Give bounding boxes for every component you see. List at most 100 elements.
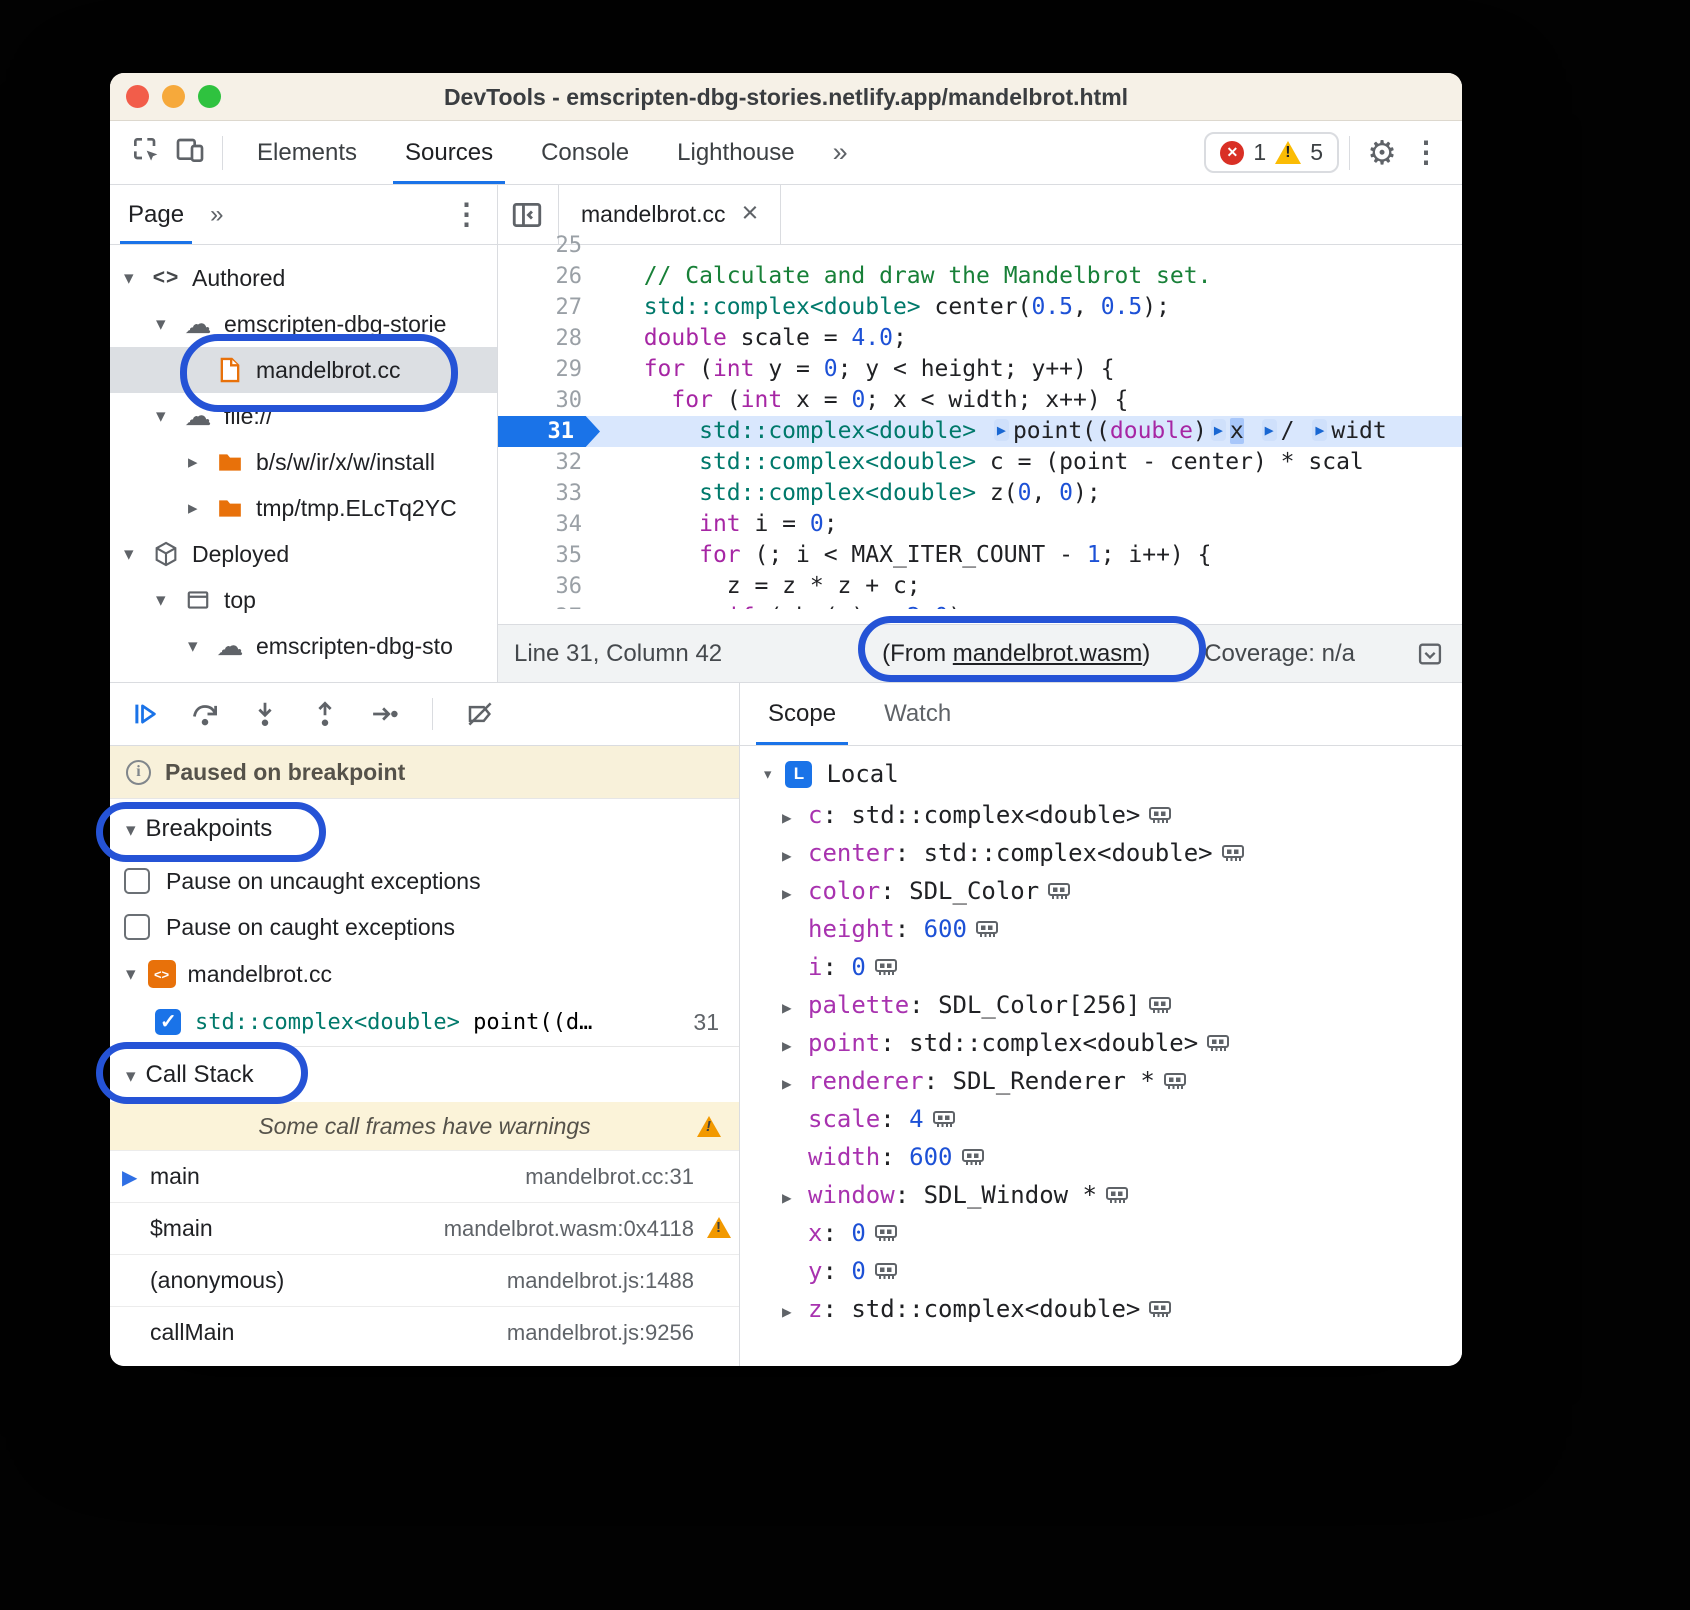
tree-item-mandelbrot-cc[interactable]: mandelbrot.cc [110,347,497,393]
scope-variable-row[interactable]: x 0 [740,1214,1462,1252]
step-button[interactable] [370,699,400,729]
expand-arrow-icon[interactable] [782,877,808,905]
close-tab-icon[interactable] [741,201,758,228]
scope-variable-row[interactable]: z std::complex<double> [740,1290,1462,1328]
chevron-right-icon[interactable] [188,497,214,520]
chevron-down-icon[interactable] [124,267,150,290]
panel-tab[interactable]: Elements [233,121,381,184]
call-stack-section-header[interactable]: Call Stack [110,1046,739,1102]
sidebar-tab[interactable]: Scope [744,683,860,745]
breakpoints-section-header[interactable]: Breakpoints [110,798,739,858]
chevron-down-icon[interactable] [156,313,182,336]
expand-arrow-icon[interactable] [782,991,808,1019]
step-over-button[interactable] [190,699,220,729]
memory-inspector-icon[interactable] [1148,995,1172,1015]
toggle-navigator-icon[interactable] [510,198,544,232]
panel-tab[interactable]: Lighthouse [653,121,818,184]
call-stack-frame[interactable]: callMain mandelbrot.js:9256 [110,1306,739,1358]
resume-button[interactable] [130,699,160,729]
memory-inspector-icon[interactable] [932,1109,956,1129]
line-number[interactable]: 36 [498,571,600,602]
code-area[interactable]: 2526 // Calculate and draw the Mandelbro… [498,230,1462,609]
minimize-window-button[interactable] [162,85,185,108]
expand-arrow-icon[interactable] [782,839,808,867]
tree-item-deployed[interactable]: Deployed [110,531,497,577]
scope-variable-row[interactable]: scale 4 [740,1100,1462,1138]
tree-item-tmp-folder[interactable]: tmp/tmp.ELcTq2YC [110,485,497,531]
scope-variable-row[interactable]: palette SDL_Color[256] [740,986,1462,1024]
chevron-down-icon[interactable] [126,963,136,986]
memory-inspector-icon[interactable] [1148,1299,1172,1319]
step-out-button[interactable] [310,699,340,729]
line-number[interactable]: 35 [498,540,600,571]
line-number[interactable]: 25 [498,230,600,261]
line-number[interactable]: 28 [498,323,600,354]
device-toolbar-button[interactable] [168,131,212,175]
chevron-down-icon[interactable] [762,763,773,785]
memory-inspector-icon[interactable] [1105,1185,1129,1205]
line-number[interactable]: 26 [498,261,600,292]
uncaught-exceptions-checkbox[interactable] [124,868,150,894]
expand-arrow-icon[interactable] [782,1029,808,1057]
call-stack-frame[interactable]: main mandelbrot.cc:31 [110,1150,739,1202]
frame-location[interactable]: mandelbrot.wasm:0x4118 [424,1216,694,1242]
scope-variable-row[interactable]: y 0 [740,1252,1462,1290]
inspect-element-button[interactable] [124,131,168,175]
line-number[interactable]: 34 [498,509,600,540]
frame-location[interactable]: mandelbrot.js:1488 [487,1268,694,1294]
memory-inspector-icon[interactable] [874,957,898,977]
line-number[interactable]: 29 [498,354,600,385]
chevron-down-icon[interactable] [156,405,182,428]
expand-arrow-icon[interactable] [782,801,808,829]
memory-inspector-icon[interactable] [975,919,999,939]
close-window-button[interactable] [126,85,149,108]
more-panels-button[interactable]: » [819,137,862,168]
line-number[interactable]: 27 [498,292,600,323]
memory-inspector-icon[interactable] [1206,1033,1230,1053]
pause-uncaught-exceptions-row[interactable]: Pause on uncaught exceptions [110,858,739,904]
scope-variable-row[interactable]: color SDL_Color [740,872,1462,910]
sidebar-tab[interactable]: Watch [860,683,975,745]
scope-variable-row[interactable]: window SDL_Window * [740,1176,1462,1214]
tree-item-top-frame[interactable]: top [110,577,497,623]
expand-arrow-icon[interactable] [782,1067,808,1095]
chevron-down-icon[interactable] [156,589,182,612]
line-number[interactable]: 30 [498,385,600,416]
chevron-right-icon[interactable] [188,451,214,474]
tree-item-emscripten-site[interactable]: emscripten-dbg-storie [110,301,497,347]
memory-inspector-icon[interactable] [874,1261,898,1281]
call-stack-frame[interactable]: $main mandelbrot.wasm:0x4118 [110,1202,739,1254]
scope-variable-row[interactable]: height 600 [740,910,1462,948]
panel-tab[interactable]: Console [517,121,653,184]
frame-location[interactable]: mandelbrot.cc:31 [505,1164,694,1190]
scope-variable-row[interactable]: point std::complex<double> [740,1024,1462,1062]
chevron-down-icon[interactable] [126,1061,136,1089]
line-number[interactable]: 32 [498,447,600,478]
step-into-button[interactable] [250,699,280,729]
devtools-menu-button[interactable] [1404,131,1448,175]
memory-inspector-icon[interactable] [961,1147,985,1167]
scope-variable-row[interactable]: c std::complex<double> [740,796,1462,834]
breakpoint-entry[interactable]: std::complex<double> point((d… 31 [110,998,739,1046]
expand-arrow-icon[interactable] [782,1181,808,1209]
scope-local-section[interactable]: L Local [740,752,1462,796]
scope-variable-row[interactable]: i 0 [740,948,1462,986]
line-number[interactable]: 37 [498,602,600,609]
chevron-down-icon[interactable] [124,543,150,566]
navigator-menu-button[interactable] [452,197,481,232]
scope-variable-row[interactable]: center std::complex<double> [740,834,1462,872]
call-stack-frame[interactable]: (anonymous) mandelbrot.js:1488 [110,1254,739,1306]
drawer-icon[interactable] [1416,640,1444,668]
chevron-down-icon[interactable] [188,635,214,658]
pause-caught-exceptions-row[interactable]: Pause on caught exceptions [110,904,739,950]
scope-variable-row[interactable]: width 600 [740,1138,1462,1176]
tree-item-file-protocol[interactable]: file:// [110,393,497,439]
execution-line-number[interactable]: 31 [498,416,600,447]
frame-location[interactable]: mandelbrot.js:9256 [487,1320,694,1346]
line-number[interactable]: 33 [498,478,600,509]
memory-inspector-icon[interactable] [1163,1071,1187,1091]
issues-badge-group[interactable]: 1 5 [1204,132,1339,173]
zoom-window-button[interactable] [198,85,221,108]
panel-tab[interactable]: Sources [381,121,517,184]
memory-inspector-icon[interactable] [1047,881,1071,901]
